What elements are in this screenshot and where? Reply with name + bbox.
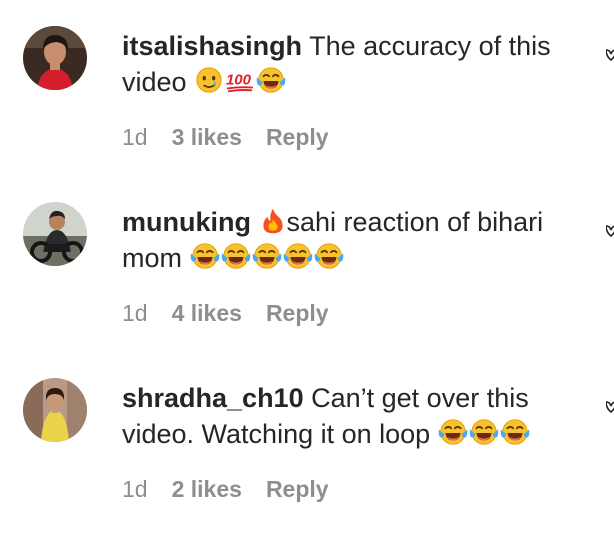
comment-text: shradha_ch10 Can’t get over this video. … <box>122 380 592 452</box>
hundred-points-icon <box>225 65 255 95</box>
face-with-tears-of-joy-icon <box>256 65 286 95</box>
comment-meta: 1d 2 likes Reply <box>122 476 329 503</box>
face-with-tears-of-joy-icon <box>283 241 313 271</box>
heart-icon[interactable] <box>606 222 614 238</box>
avatar[interactable] <box>23 26 87 90</box>
comment-text: itsalishasingh The accuracy of this vide… <box>122 28 592 100</box>
comment-item: munuking sahi reaction of bihari mom 1d … <box>0 176 614 352</box>
face-with-tears-of-joy-icon <box>221 241 251 271</box>
comment-time: 1d <box>122 124 148 150</box>
comment-username[interactable]: shradha_ch10 <box>122 383 304 413</box>
face-with-tears-of-joy-icon <box>469 417 499 447</box>
comment-username[interactable]: munuking <box>122 207 251 237</box>
fire-icon <box>259 207 287 235</box>
avatar[interactable] <box>23 378 87 442</box>
face-with-tears-of-joy-icon <box>314 241 344 271</box>
emoji-group <box>194 65 286 95</box>
likes-count[interactable]: 2 likes <box>172 476 242 503</box>
face-with-tears-of-joy-icon <box>438 417 468 447</box>
comment-item: shradha_ch10 Can’t get over this video. … <box>0 352 614 528</box>
face-with-tears-of-joy-icon <box>190 241 220 271</box>
comment-username[interactable]: itsalishasingh <box>122 31 302 61</box>
likes-count[interactable]: 4 likes <box>172 300 242 327</box>
comment-text: munuking sahi reaction of bihari mom <box>122 204 592 276</box>
comment-meta: 1d 3 likes Reply <box>122 124 329 151</box>
reply-button[interactable]: Reply <box>266 476 329 503</box>
heart-icon[interactable] <box>606 398 614 414</box>
reply-button[interactable]: Reply <box>266 300 329 327</box>
reply-button[interactable]: Reply <box>266 124 329 151</box>
comment-time: 1d <box>122 300 148 326</box>
emoji-group <box>190 241 344 271</box>
comment-time: 1d <box>122 476 148 502</box>
comment-item: itsalishasingh The accuracy of this vide… <box>0 0 614 176</box>
face-with-tears-of-joy-icon <box>500 417 530 447</box>
avatar[interactable] <box>23 202 87 266</box>
comment-meta: 1d 4 likes Reply <box>122 300 329 327</box>
heart-icon[interactable] <box>606 46 614 62</box>
face-with-tears-of-joy-icon <box>252 241 282 271</box>
emoji-group <box>438 417 530 447</box>
likes-count[interactable]: 3 likes <box>172 124 242 151</box>
smiling-face-with-tear-icon <box>194 65 224 95</box>
